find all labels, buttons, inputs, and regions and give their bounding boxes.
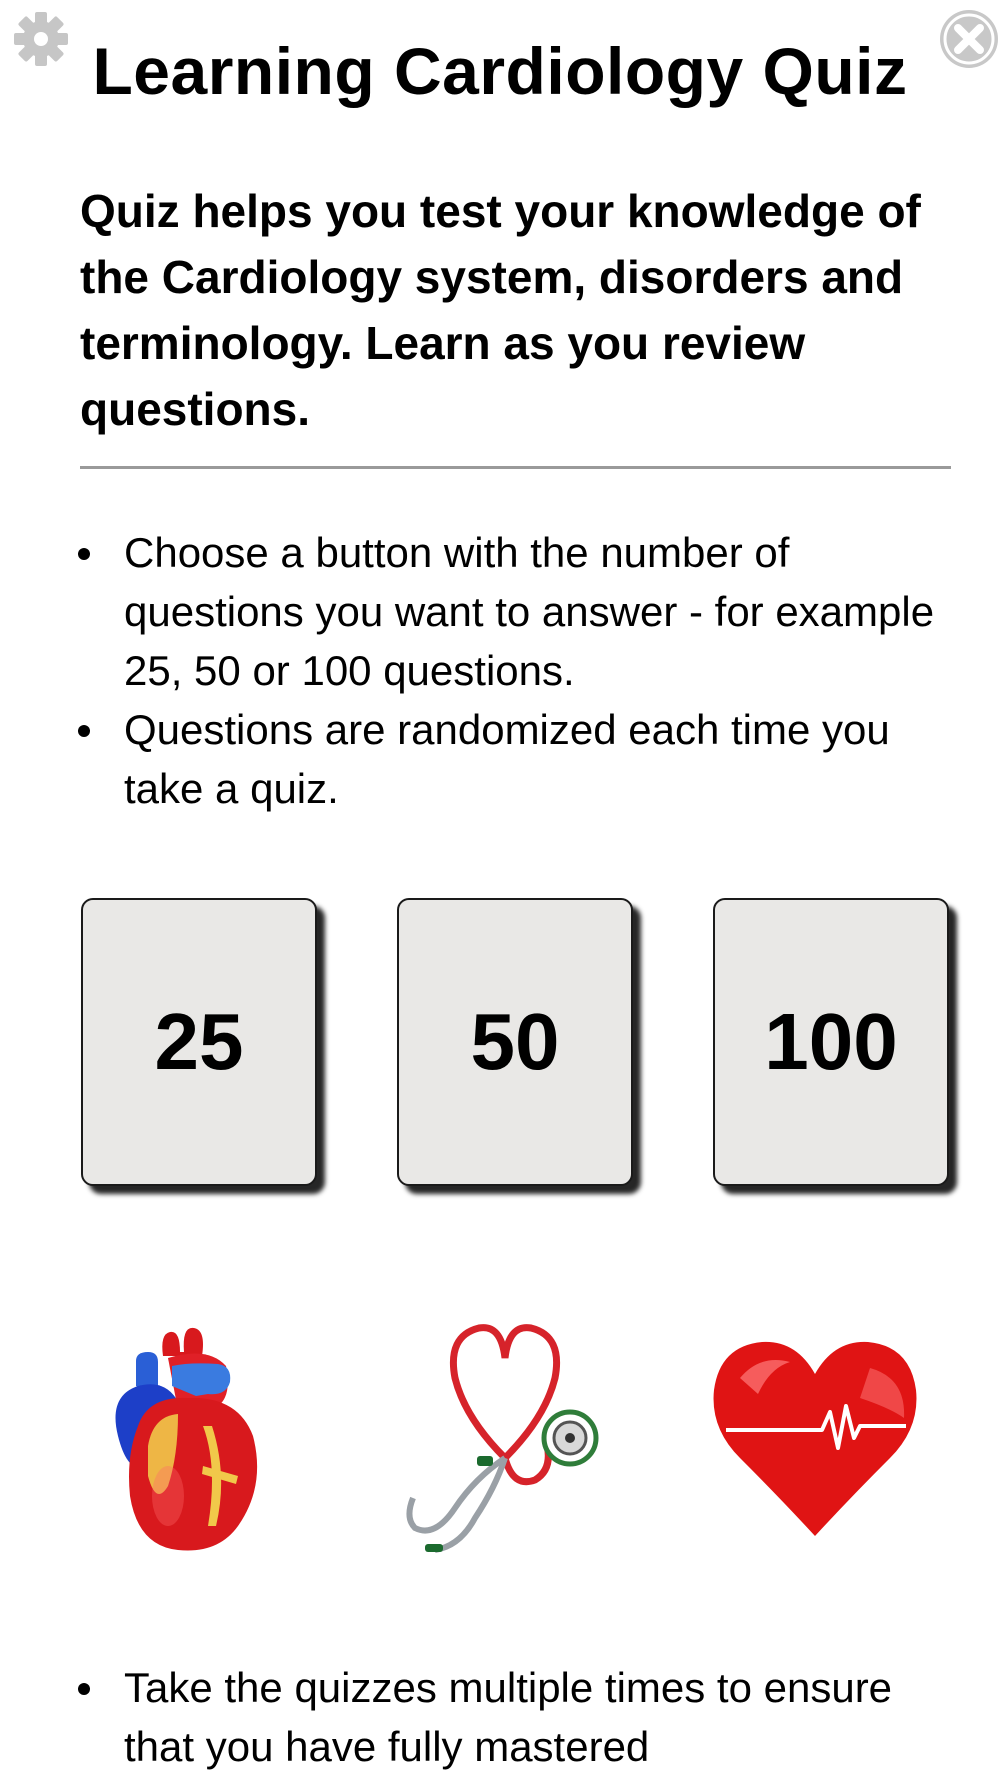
instruction-text: Questions are randomized each time you t…: [124, 706, 890, 812]
tip-text: Take the quizzes multiple times to ensur…: [124, 1664, 893, 1770]
instruction-text: Choose a button with the number of quest…: [124, 529, 935, 694]
bullet-dot: [78, 1683, 90, 1695]
intro-text: Quiz helps you test your knowledge of th…: [80, 185, 921, 435]
bullet-dot: [78, 548, 90, 560]
stethoscope-heart-icon: [405, 1318, 610, 1558]
divider: [80, 466, 951, 469]
quiz-start-screen: Learning Cardiology Quiz Quiz helps you …: [0, 0, 1000, 1778]
quiz-50-button[interactable]: 50: [397, 898, 633, 1186]
page-title: Learning Cardiology Quiz: [92, 34, 908, 108]
list-item: Questions are randomized each time you t…: [70, 700, 970, 818]
tips-list: Take the quizzes multiple times to ensur…: [70, 1658, 970, 1776]
instructions-list: Choose a button with the number of quest…: [70, 523, 970, 818]
list-item: Choose a button with the number of quest…: [70, 523, 970, 700]
quiz-100-button[interactable]: 100: [713, 898, 949, 1186]
list-item: Take the quizzes multiple times to ensur…: [70, 1658, 970, 1776]
anatomical-heart-icon: [108, 1326, 266, 1556]
bullet-dot: [78, 725, 90, 737]
heartbeat-heart-icon: [710, 1338, 920, 1538]
quiz-25-button[interactable]: 25: [81, 898, 317, 1186]
